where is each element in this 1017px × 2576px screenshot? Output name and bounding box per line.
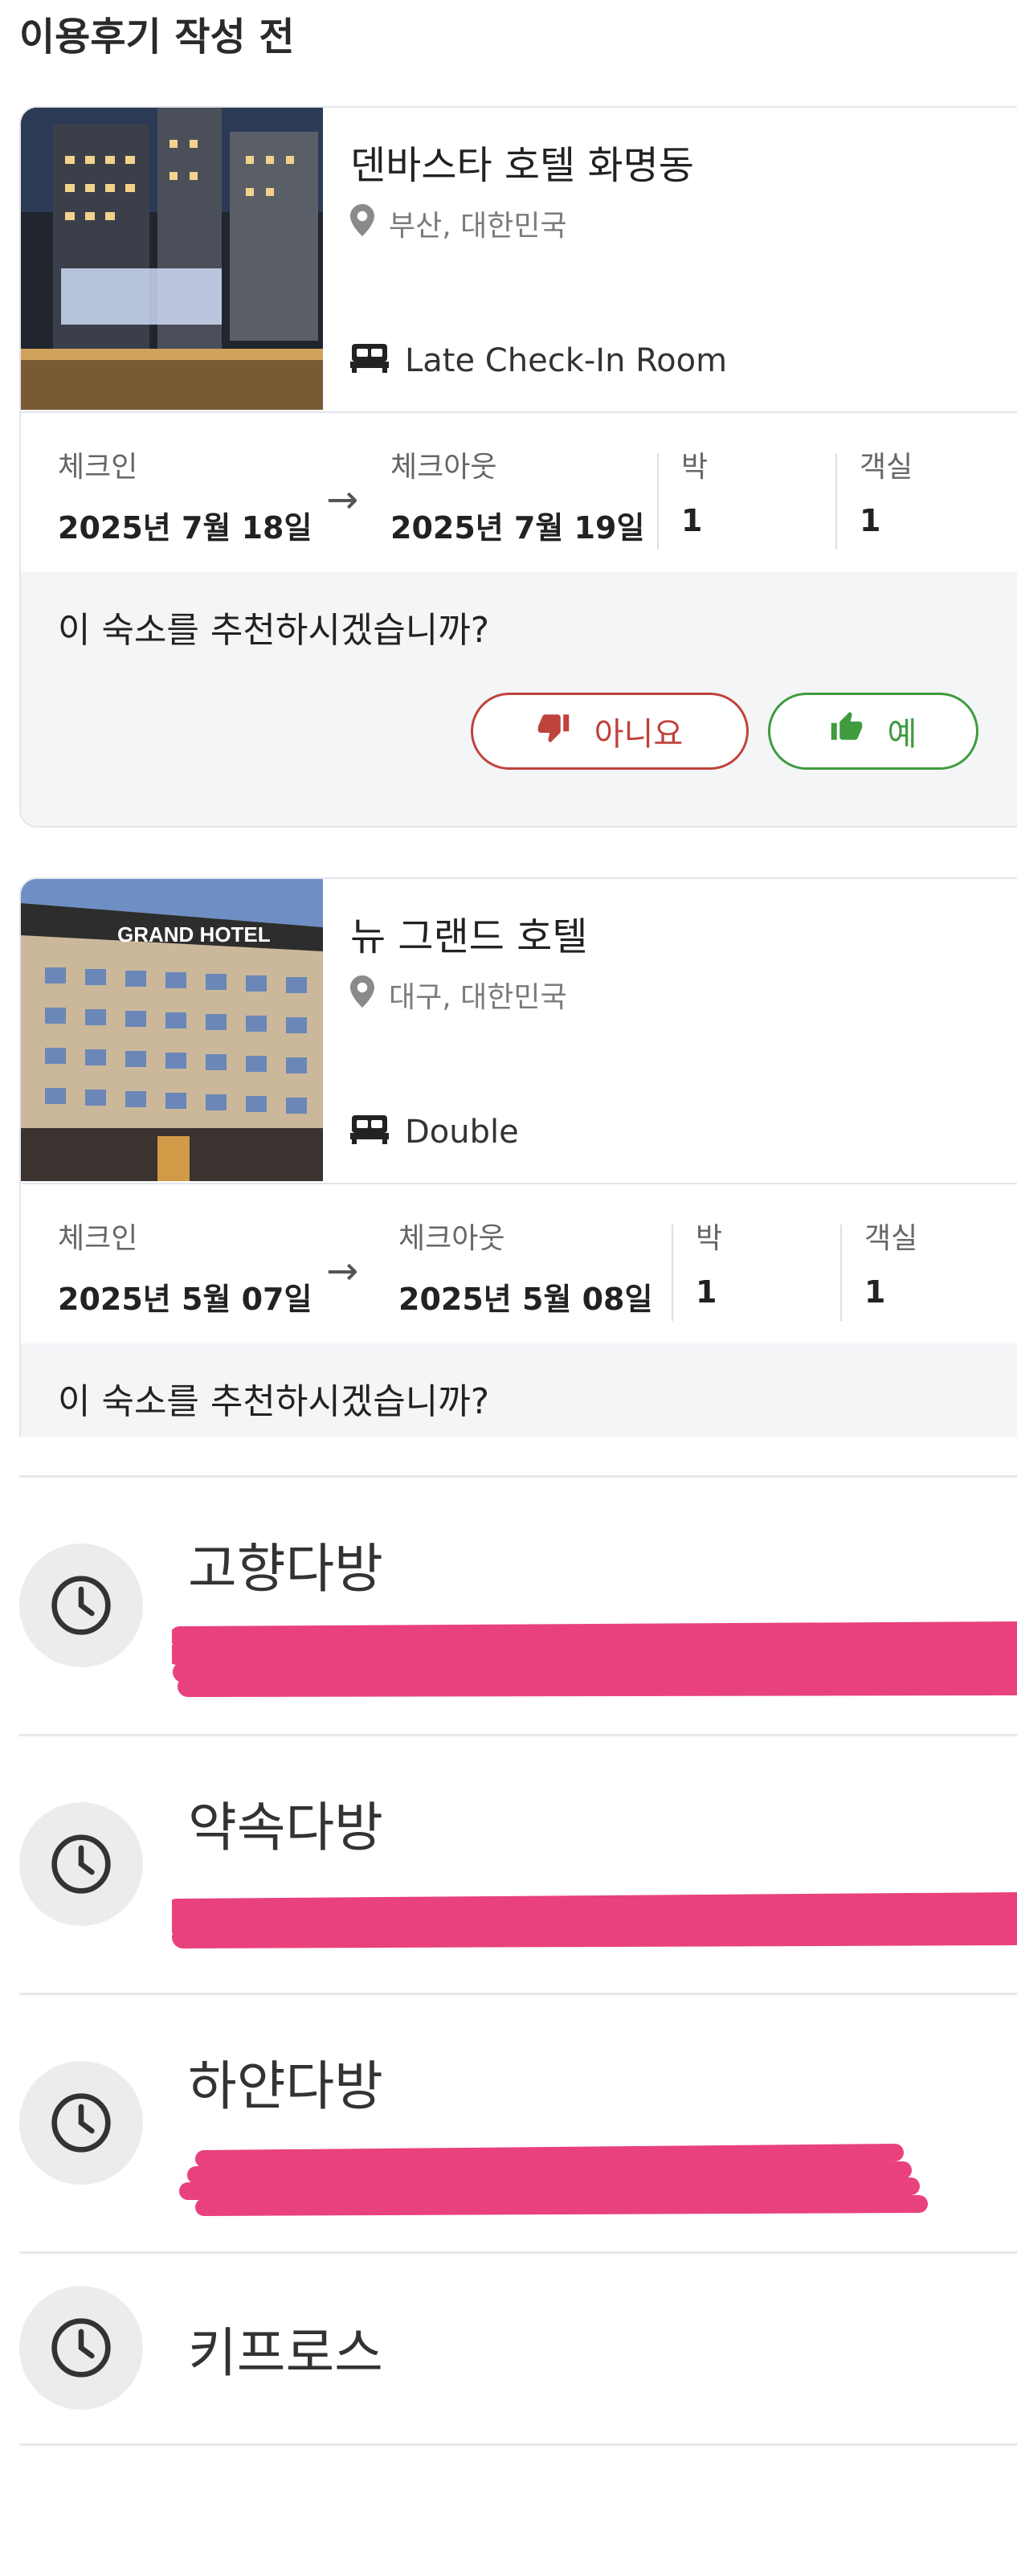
recommend-question: 이 숙소를 추천하시겠습니까? [58, 1381, 490, 1422]
checkout: 체크아웃 2025년 7월 19일 [390, 444, 644, 547]
divider [672, 1225, 673, 1321]
hotel-name[interactable]: 뉴 그랜드 호텔 [350, 905, 587, 961]
redaction-mark [179, 2144, 928, 2216]
hotel-name[interactable]: 덴바스타 호텔 화명동 [350, 133, 694, 190]
history-name: 키프로스 [188, 2322, 383, 2384]
nights-value: 1 [681, 503, 703, 538]
checkin-label: 체크인 [58, 1222, 138, 1255]
clock-icon [19, 1544, 143, 1667]
nights-label: 박 [681, 451, 709, 484]
thumbs-down-icon [537, 710, 570, 752]
rooms: 객실 1 [864, 1215, 917, 1310]
hotel-photo: GRAND HOTEL [21, 879, 323, 1181]
divider [840, 1225, 842, 1321]
rooms-label: 객실 [860, 451, 913, 484]
thumbs-up-icon [830, 710, 864, 752]
checkout-label: 체크아웃 [398, 1222, 505, 1255]
history-item[interactable]: 하얀다방 [19, 1993, 1017, 2254]
location-text: 대구, 대한민국 [389, 981, 567, 1014]
checkout-date: 2025년 7월 19일 [390, 510, 645, 546]
history-name: 고향다방 [188, 1538, 383, 1600]
checkin-date: 2025년 7월 18일 [58, 510, 312, 546]
hotel-location: 부산, 대한민국 [350, 202, 567, 244]
arrow-right-icon: → [326, 1249, 359, 1294]
map-pin-icon [350, 975, 374, 1015]
photo-sign: GRAND HOTEL [117, 922, 271, 947]
history-name: 약속다방 [188, 1797, 383, 1858]
recommend-section: 이 숙소를 추천하시겠습니까? 아니요 예 [21, 572, 1017, 826]
clock-icon [19, 2061, 143, 2185]
rooms-label: 객실 [864, 1222, 918, 1255]
stay-details: 체크인 2025년 5월 07일 → 체크아웃 2025년 5월 08일 박 1… [21, 1183, 1017, 1345]
booking-card[interactable]: 덴바스타 호텔 화명동 부산, 대한민국 Late Check-In Room … [19, 106, 1017, 828]
hotel-location: 대구, 대한민국 [350, 974, 567, 1016]
nights: 박 1 [681, 444, 708, 538]
nights: 박 1 [696, 1215, 722, 1310]
arrow-right-icon: → [326, 477, 359, 522]
yes-label: 예 [887, 716, 917, 753]
checkin-date: 2025년 5월 07일 [58, 1282, 312, 1317]
rooms-value: 1 [864, 1274, 886, 1310]
room-type: Double [350, 1112, 519, 1152]
section-title: 이용후기 작성 전 [19, 14, 295, 59]
rooms-value: 1 [860, 503, 881, 538]
history-item[interactable]: 키프로스 [19, 2251, 1017, 2446]
checkout: 체크아웃 2025년 5월 08일 [398, 1215, 652, 1319]
yes-button[interactable]: 예 [768, 693, 978, 770]
redaction-mark [172, 1892, 1017, 1948]
clock-icon [19, 1802, 143, 1926]
checkin: 체크인 2025년 7월 18일 [58, 444, 312, 547]
room-type-text: Late Check-In Room [405, 342, 728, 379]
clock-icon [19, 2286, 143, 2410]
no-button[interactable]: 아니요 [471, 693, 749, 770]
checkout-date: 2025년 5월 08일 [398, 1282, 653, 1317]
recommend-question: 이 숙소를 추천하시겠습니까? [58, 610, 490, 651]
booking-card[interactable]: GRAND HOTEL 뉴 그랜드 호텔 대구, 대한민국 Double 체크인… [19, 877, 1017, 1437]
redaction-mark [172, 1621, 1017, 1697]
no-label: 아니요 [594, 716, 684, 753]
checkin-label: 체크인 [58, 451, 138, 484]
checkin: 체크인 2025년 5월 07일 [58, 1215, 312, 1319]
history-name: 하얀다방 [188, 2055, 383, 2117]
map-pin-icon [350, 203, 374, 243]
divider [835, 453, 837, 550]
rooms: 객실 1 [860, 444, 913, 538]
bed-icon [350, 1112, 389, 1152]
stay-details: 체크인 2025년 7월 18일 → 체크아웃 2025년 7월 19일 박 1… [21, 411, 1017, 574]
bed-icon [350, 341, 389, 381]
room-type: Late Check-In Room [350, 341, 727, 381]
divider [657, 453, 659, 550]
checkout-label: 체크아웃 [390, 451, 497, 484]
history-item[interactable]: 고향다방 [19, 1475, 1017, 1736]
room-type-text: Double [405, 1114, 519, 1151]
nights-value: 1 [696, 1274, 717, 1310]
location-text: 부산, 대한민국 [389, 210, 567, 243]
recommend-section: 이 숙소를 추천하시겠습니까? [21, 1343, 1017, 1437]
history-item[interactable]: 약속다방 [19, 1734, 1017, 1995]
hotel-photo [21, 108, 323, 410]
nights-label: 박 [696, 1222, 723, 1255]
